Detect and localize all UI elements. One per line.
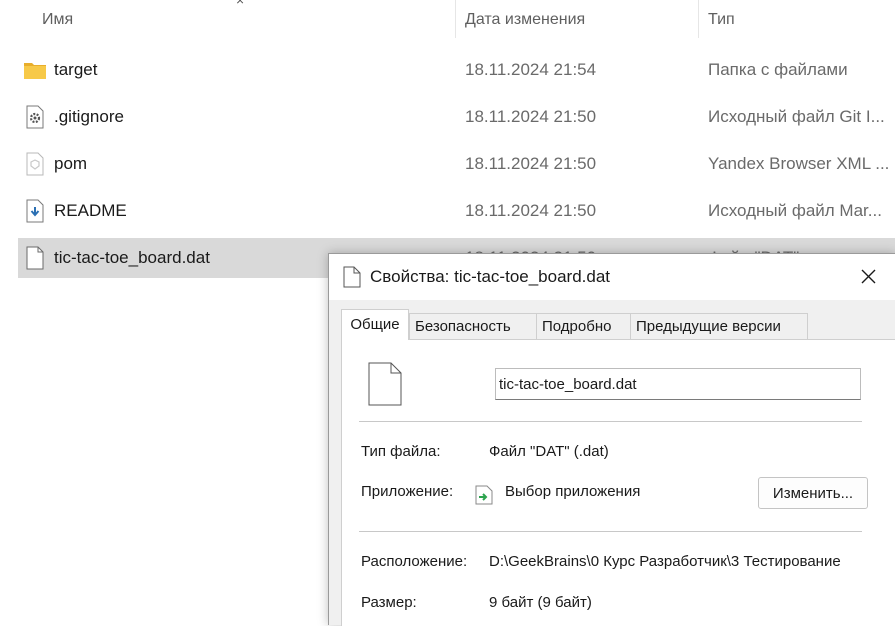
app-select-icon [475,485,493,505]
location-label: Расположение: [361,553,468,570]
file-icon [26,246,44,270]
file-type: Папка с файлами [708,60,848,79]
tab-details[interactable]: Подробно [536,313,631,339]
column-header-name[interactable]: Имя [42,0,73,38]
file-row[interactable]: .gitignore 18.11.2024 21:50 Исходный фай… [18,97,895,137]
file-type-value: Файл "DAT" (.dat) [489,443,609,460]
tab-previous-versions[interactable]: Предыдущие версии [630,313,808,339]
file-name-field[interactable] [495,368,861,400]
general-panel: Тип файла: Файл "DAT" (.dat) Приложение:… [341,339,895,626]
app-label: Приложение: [361,483,454,500]
file-name: README [54,201,127,220]
file-row[interactable]: target 18.11.2024 21:54 Папка с файлами [18,50,895,90]
folder-icon [24,63,46,79]
file-date: 18.11.2024 21:54 [465,60,597,79]
column-header-type[interactable]: Тип [708,0,735,38]
file-type-label: Тип файла: [361,443,441,460]
divider [359,531,862,532]
file-row[interactable]: README 18.11.2024 21:50 Исходный файл Ma… [18,191,895,231]
file-name: tic-tac-toe_board.dat [54,248,210,267]
file-type: Yandex Browser XML ... [708,154,890,173]
dialog-title: Свойства: tic-tac-toe_board.dat [370,267,611,286]
divider [359,421,862,422]
column-header-date[interactable]: Дата изменения [465,0,585,38]
column-separator[interactable] [455,0,456,38]
change-app-button[interactable]: Изменить... [758,477,868,509]
size-label: Размер: [361,594,417,611]
app-value: Выбор приложения [505,483,641,500]
file-name: pom [54,154,88,173]
tab-general[interactable]: Общие [341,309,409,340]
file-name: target [54,60,98,79]
file-icon [368,362,402,406]
file-type: Исходный файл Git I... [708,107,885,126]
file-row[interactable]: pom 18.11.2024 21:50 Yandex Browser XML … [18,144,895,184]
size-value: 9 байт (9 байт) [489,594,592,611]
dialog-titlebar[interactable]: Свойства: tic-tac-toe_board.dat [329,254,895,300]
file-icon [343,266,361,288]
location-value: D:\GeekBrains\0 Курс Разработчик\3 Тести… [489,553,841,570]
file-type: Исходный файл Mar... [708,201,882,220]
close-icon [861,269,876,284]
properties-dialog: Свойства: tic-tac-toe_board.dat Общие Бе… [328,253,895,626]
file-date: 18.11.2024 21:50 [465,154,597,173]
column-separator[interactable] [698,0,699,38]
gear-file-icon [26,105,44,129]
close-icon[interactable]: × [236,0,244,7]
file-date: 18.11.2024 21:50 [465,201,597,220]
close-button[interactable] [840,254,895,300]
file-name: .gitignore [54,107,124,126]
file-date: 18.11.2024 21:50 [465,107,597,126]
xml-file-icon [26,152,44,176]
markdown-file-icon [26,199,44,223]
tab-security[interactable]: Безопасность [409,313,537,339]
